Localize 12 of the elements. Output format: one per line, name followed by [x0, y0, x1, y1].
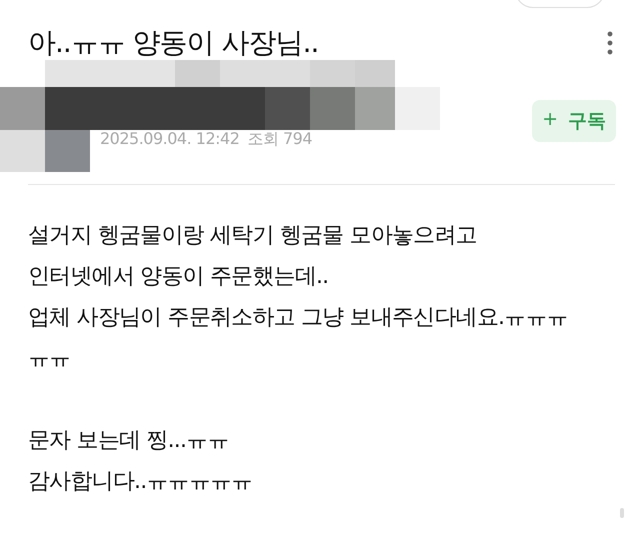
body-text: 문자 보는데 찡...ㅠㅠ: [28, 427, 230, 455]
body-text: 감사합니다..ㅠㅠㅠㅠㅠ: [28, 468, 254, 496]
scroll-indicator: [620, 508, 624, 518]
post-date: 2025.09.04. 12:42: [100, 129, 240, 150]
more-menu-icon[interactable]: [607, 31, 613, 55]
subscribe-button[interactable]: + 구독: [532, 100, 616, 142]
post-title: 아..ㅠㅠ 양동이 사장님..: [28, 25, 318, 61]
view-count: 조회 794: [247, 129, 312, 150]
body-text: ㅠㅠ: [28, 345, 72, 373]
body-text: 인터넷에서 양동이 주문했는데..: [28, 263, 330, 291]
body-text: 업체 사장님이 주문취소하고 그냥 보내주신다네요.ㅠㅠㅠ: [28, 304, 569, 332]
body-text: 설거지 헹굼물이랑 세탁기 헹굼물 모아놓으려고: [28, 222, 478, 250]
